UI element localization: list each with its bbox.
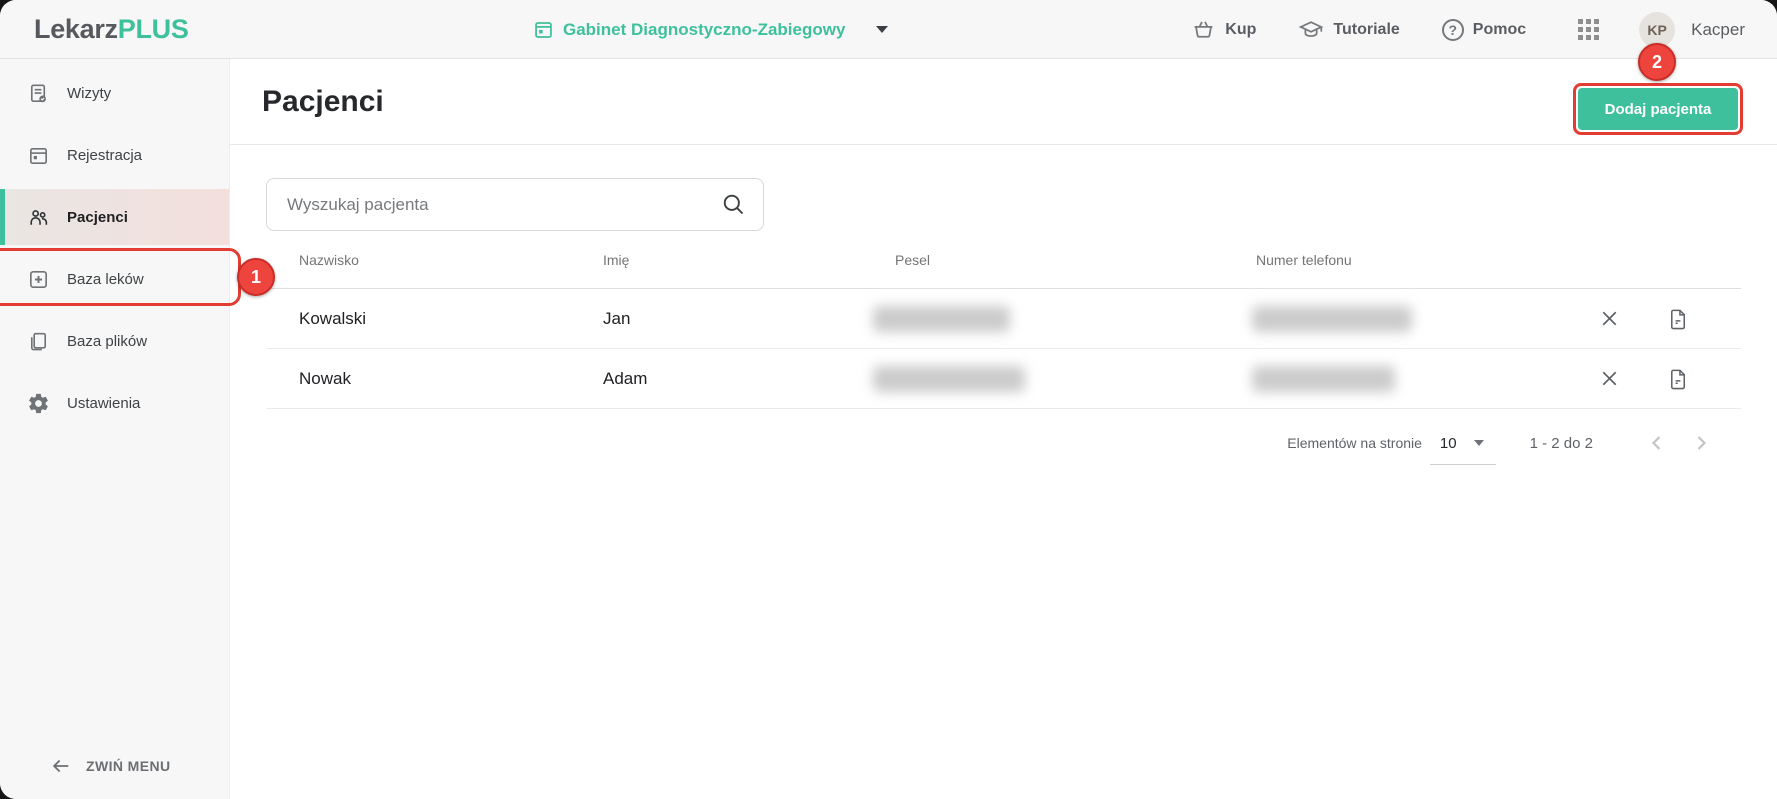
table-header-row: Nazwisko Imię Pesel Numer telefonu [266,231,1741,289]
chevron-down-icon [1473,440,1484,446]
delete-row-icon[interactable] [1598,367,1621,390]
previous-page-icon[interactable] [1645,431,1669,455]
next-page-icon[interactable] [1689,431,1713,455]
clinic-selector[interactable]: Gabinet Diagnostyczno-Zabiegowy [533,0,889,59]
user-name: Kacper [1691,19,1745,39]
app-logo: LekarzPLUS [34,14,189,45]
pagination-range: 1 - 2 do 2 [1529,434,1593,452]
search-box [266,178,764,231]
top-bar: LekarzPLUS Gabinet Diagnostyczno-Zabiego… [0,0,1777,59]
logo-part-lekarz: Lekarz [34,14,118,44]
annotation-step-1-badge: 1 [237,258,275,296]
sidebar-item-baza-plikow[interactable]: Baza plików [0,313,229,369]
add-patient-button[interactable]: Dodaj pacjenta [1578,88,1738,130]
sidebar-item-label: Wizyty [67,84,112,102]
pesel-redacted-blur [873,305,1010,332]
sidebar-item-label: Rejestracja [67,146,143,164]
column-header-imie: Imię [603,251,630,268]
patient-file-icon[interactable] [1667,367,1690,390]
arrow-left-icon [50,755,72,777]
help-button[interactable]: ? Pomoc [1441,18,1527,41]
cell-nazwisko: Nowak [299,368,351,388]
per-page-value: 10 [1439,434,1457,452]
table-row[interactable]: Kowalski Jan [266,289,1741,349]
tutorials-button[interactable]: Tutoriale [1298,17,1400,43]
page-title: Pacjenci [262,84,384,118]
collapse-menu-button[interactable]: ZWIŃ MENU [0,755,229,777]
calendar-green-icon [533,19,554,40]
sidebar-item-label: Pacjenci [67,208,128,226]
search-icon[interactable] [720,191,747,218]
help-label: Pomoc [1472,20,1527,38]
pagination: Elementów na stronie 10 1 - 2 do 2 [266,409,1741,465]
app-window: LekarzPLUS Gabinet Diagnostyczno-Zabiego… [0,0,1777,799]
delete-row-icon[interactable] [1598,307,1621,330]
chevron-down-icon [876,26,889,33]
per-page-label: Elementów na stronie [1287,435,1422,451]
graduation-cap-icon [1298,17,1324,43]
clinic-selector-label: Gabinet Diagnostyczno-Zabiegowy [563,19,846,39]
sidebar-item-label: Baza leków [67,270,144,288]
apps-grid-icon[interactable] [1578,19,1600,40]
cell-nazwisko: Kowalski [299,308,367,328]
search-input[interactable] [287,194,720,215]
sidebar-item-rejestracja[interactable]: Rejestracja [0,127,229,183]
sidebar-item-wizyty[interactable]: Wizyty [0,65,229,121]
column-header-telefon: Numer telefonu [1256,251,1352,268]
calendar-icon [27,144,50,167]
document-check-icon [27,82,50,105]
sidebar-item-ustawienia[interactable]: Ustawienia [0,375,229,431]
buy-button[interactable]: Kup [1191,17,1256,42]
gear-icon [27,392,50,415]
active-indicator [0,189,5,245]
main-content: Pacjenci Nazwisko Imię Pesel Numer telef… [230,59,1777,799]
annotation-step-2-badge: 2 [1638,43,1676,81]
logo-part-plus: PLUS [117,14,189,44]
question-mark-icon: ? [1441,18,1464,41]
basket-icon [1191,17,1216,42]
pesel-redacted-blur [873,365,1025,392]
patient-file-icon[interactable] [1667,307,1690,330]
per-page-select[interactable]: 10 [1429,434,1496,465]
cell-imie: Adam [603,368,648,388]
column-header-pesel: Pesel [895,251,931,268]
sidebar-item-pacjenci[interactable]: Pacjenci [0,189,229,245]
telefon-redacted-blur [1252,305,1412,332]
sidebar: Wizyty Rejestracja Pacjenci Baza leków B… [0,59,230,799]
sidebar-item-baza-lekow[interactable]: Baza leków [0,251,229,307]
telefon-redacted-blur [1252,365,1395,392]
collapse-menu-label: ZWIŃ MENU [86,758,171,774]
page-header: Pacjenci [230,59,1777,145]
column-header-nazwisko: Nazwisko [299,251,359,268]
sidebar-item-label: Ustawienia [67,394,141,412]
medicine-plus-icon [27,268,50,291]
select-underline [1429,463,1496,465]
tutorials-label: Tutoriale [1333,20,1400,38]
add-patient-annotation-outline: Dodaj pacjenta [1573,83,1743,135]
table-row[interactable]: Nowak Adam [266,349,1741,409]
sidebar-item-label: Baza plików [67,332,148,350]
buy-label: Kup [1225,20,1257,38]
cell-imie: Jan [603,308,631,328]
patients-group-icon [27,206,50,229]
files-copy-icon [27,330,50,353]
